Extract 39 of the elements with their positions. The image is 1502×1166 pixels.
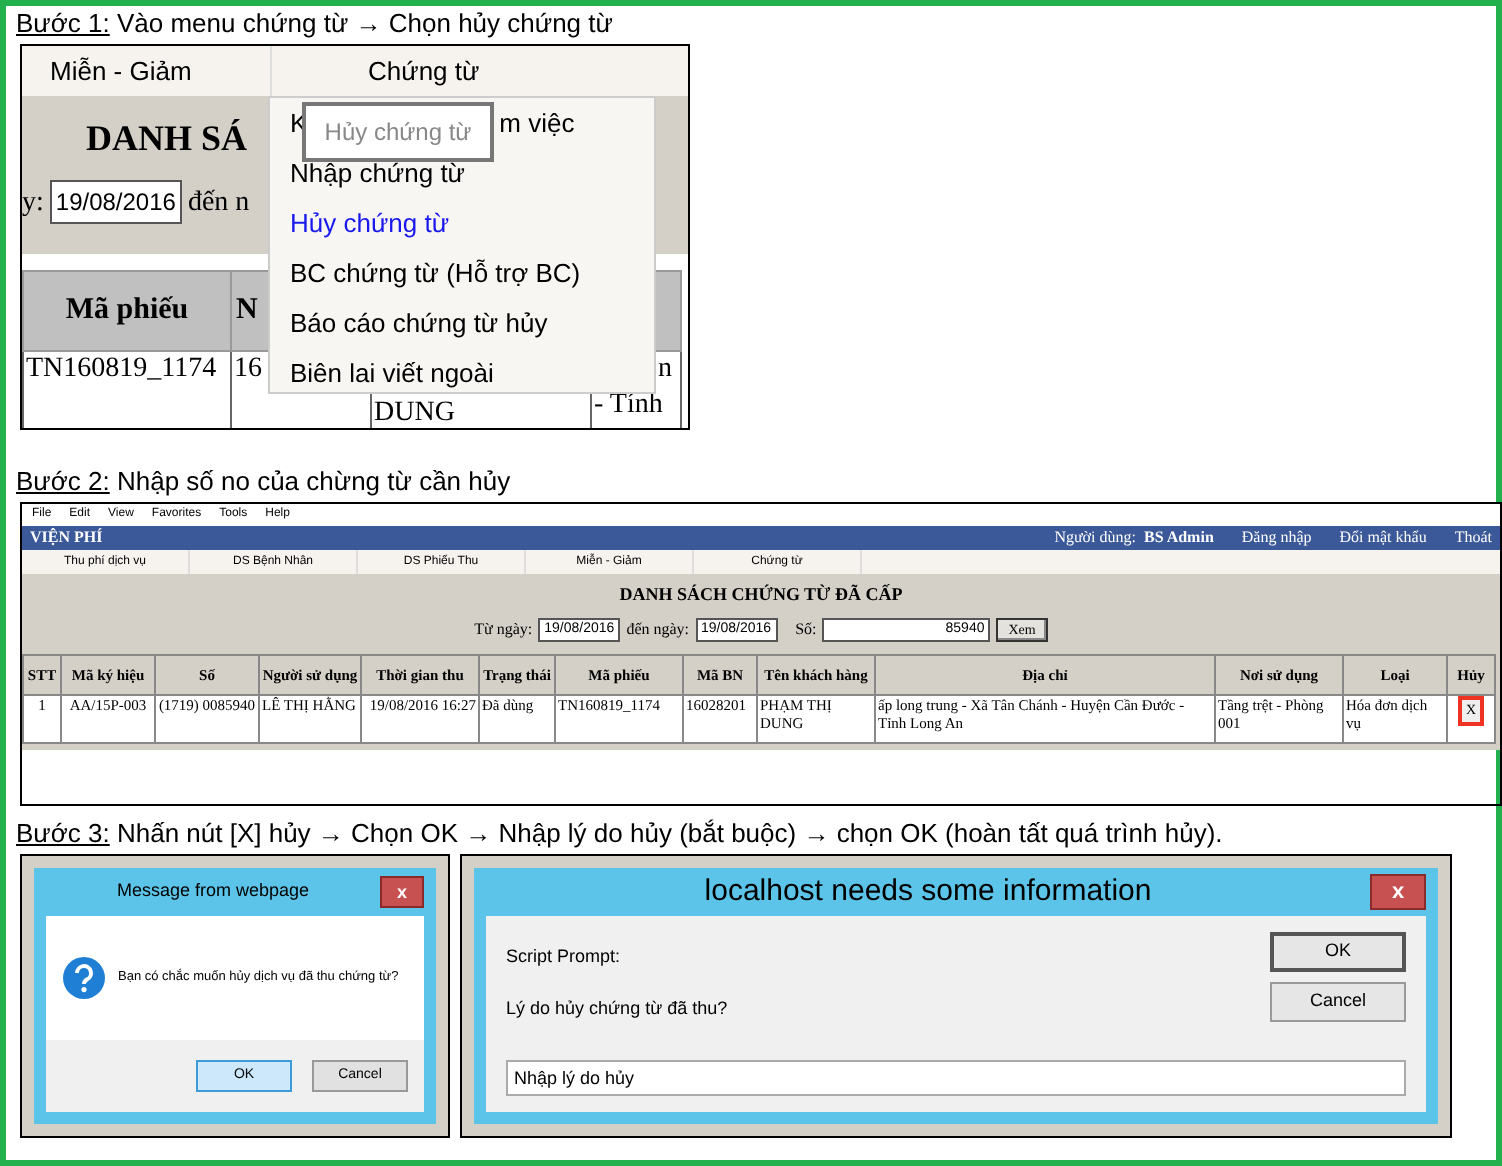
app-title: VIỆN PHÍ [30,526,103,550]
dialog-title: localhost needs some information [702,871,1154,912]
table-cell: TN160819_1174 [26,352,217,388]
menu-item[interactable]: Hủy chứng từ [290,208,450,238]
field-label: Số: [795,618,817,642]
page-title: DANH SÁ [86,116,248,162]
date-field[interactable]: 19/08/2016 [49,180,182,224]
user-name: BS Admin [1143,526,1214,550]
prompt-question: Lý do hủy chứng từ đã thu? [506,995,728,1022]
menu-item[interactable]: m việc [499,108,575,138]
prompt-label: Script Prompt: [506,944,623,970]
menu-item[interactable]: Chứng từ [272,46,480,96]
question-icon [62,956,106,1000]
step-heading: Bước 3: Nhấn nút [X] hủy → Chọn OK → Nhập lý do hủy (bắt buộc) → chọn OK (hoàn tất quá trình hủy). [16,818,1225,850]
column-header: Mã phiếu [23,271,231,351]
cancel-button[interactable]: Cancel [1270,982,1406,1022]
date-label: y: [22,185,44,221]
step-heading: Bước 2: Nhập số no của chừng từ cần hủy [16,466,513,498]
user-label: Người dùng: [1054,526,1136,550]
table-cell: 16 [234,352,262,388]
ok-button[interactable]: OK [1270,932,1406,972]
table-cell: DUNG [374,396,455,428]
menu-item[interactable]: Biên lai viết ngoài [290,358,494,388]
reason-input[interactable]: Nhập lý do hủy [506,1060,1406,1096]
field-label: đến ngày: [626,618,690,642]
field-label: Từ ngày: [474,618,533,642]
header-link[interactable]: Thoát [1454,526,1492,550]
close-button[interactable]: x [380,876,424,908]
dialog-title: Message from webpage [114,878,312,905]
header-link[interactable]: Đăng nhập [1241,526,1312,550]
page-title: DANH SÁCH CHỨNG TỪ ĐÃ CẤP [617,582,905,608]
header-link[interactable]: Đổi mật khẩu [1339,526,1427,550]
close-button[interactable]: x [1370,874,1426,910]
menu-item[interactable]: Nhập chứng từ [290,158,466,188]
table-cell: - Tính [594,390,663,420]
table-cell: n [658,354,672,384]
step-heading: Bước 1: Vào menu chứng từ → Chọn hủy chứng từ [16,8,615,40]
tooltip: Hủy chứng từ [302,102,494,162]
date-label: đến n [187,185,250,221]
